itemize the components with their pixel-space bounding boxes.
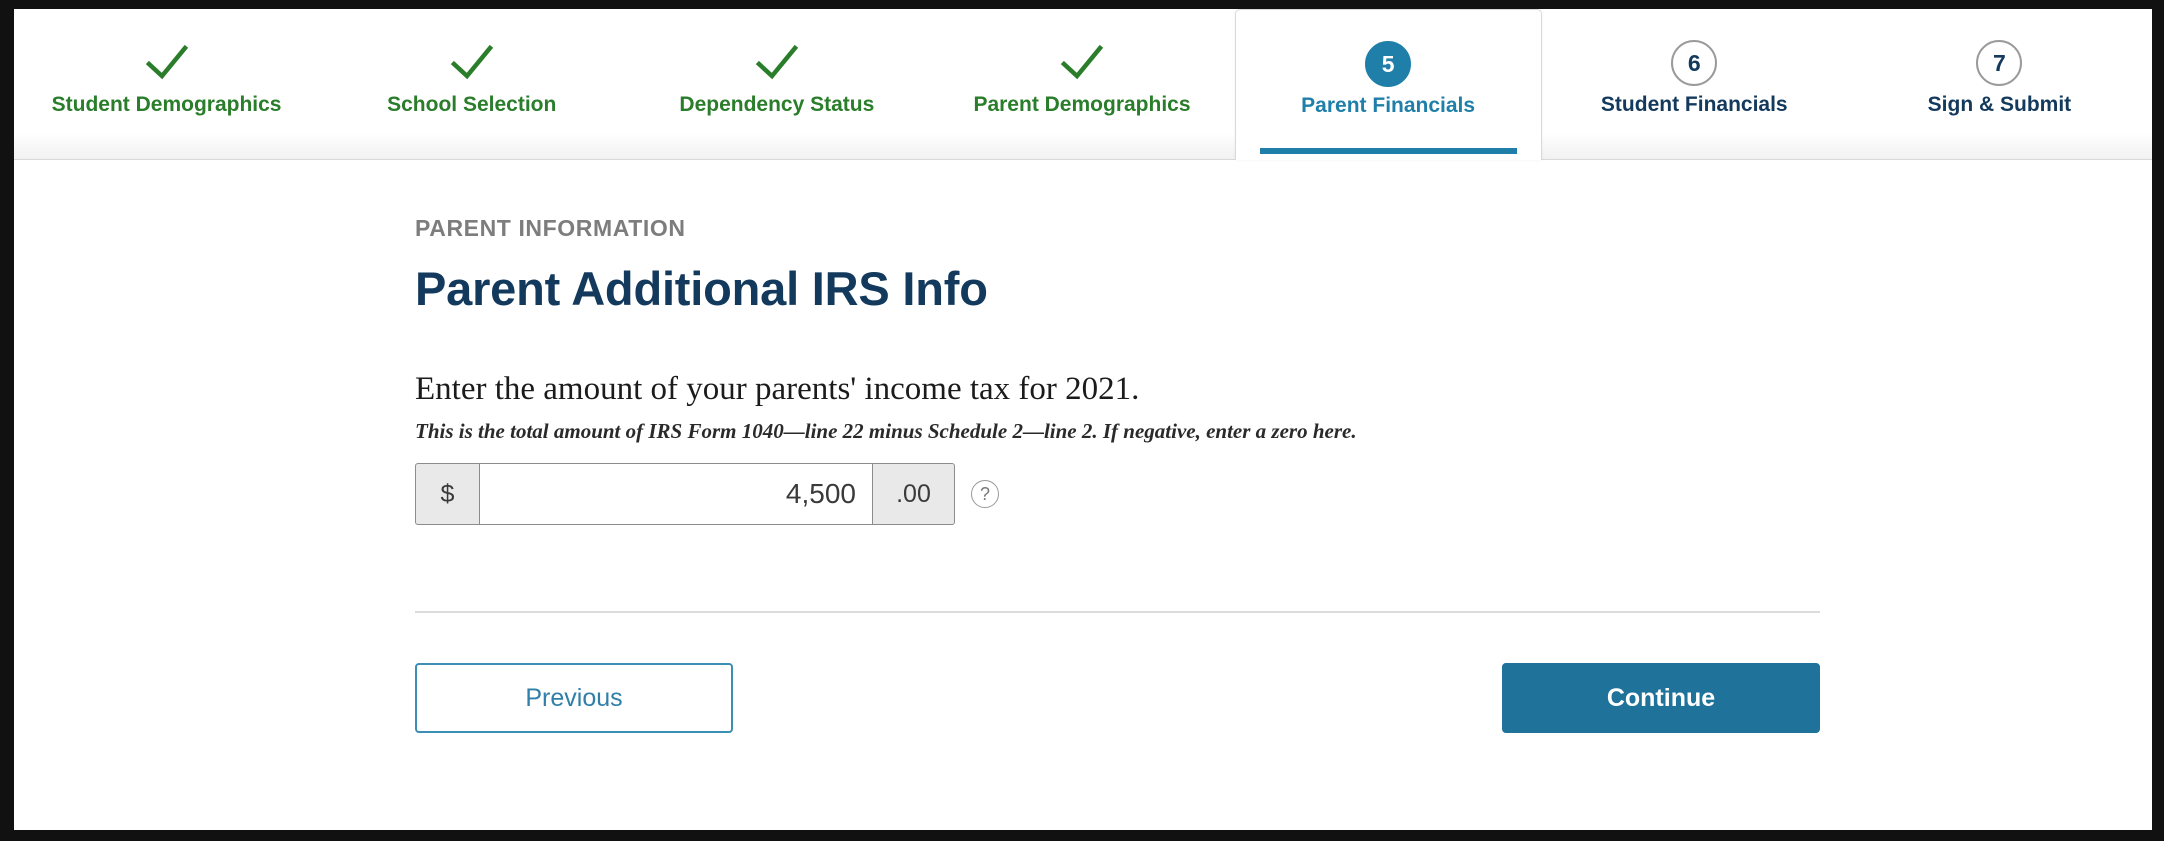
form-column: PARENT INFORMATION Parent Additional IRS…	[415, 215, 1820, 733]
step-item-sign-and-submit[interactable]: 7 Sign & Submit	[1847, 9, 2152, 159]
step-label: Parent Financials	[1301, 94, 1476, 117]
step-number-badge: 5	[1365, 41, 1412, 87]
check-icon	[145, 44, 188, 80]
step-marker	[755, 39, 799, 87]
money-input-group[interactable]: $ .00	[415, 463, 955, 525]
browser-frame: Student Demographics School Selection De…	[0, 0, 2164, 841]
step-number-badge: 6	[1671, 40, 1718, 86]
step-label: Sign & Submit	[1927, 93, 2072, 116]
step-marker	[1060, 39, 1104, 87]
cents-suffix: .00	[873, 463, 955, 525]
step-item-student-demographics[interactable]: Student Demographics	[14, 9, 319, 159]
active-step-underline	[1259, 148, 1517, 154]
main-content: PARENT INFORMATION Parent Additional IRS…	[14, 160, 2152, 733]
previous-button[interactable]: Previous	[415, 663, 733, 733]
check-icon	[755, 44, 799, 80]
income-tax-amount-input[interactable]	[479, 463, 873, 525]
question-hint: This is the total amount of IRS Form 104…	[415, 419, 1357, 443]
step-label: Dependency Status	[679, 93, 875, 116]
question-text: Enter the amount of your parents' income…	[415, 371, 1140, 407]
step-marker	[145, 39, 189, 87]
check-icon	[1060, 44, 1104, 80]
step-progress-nav: Student Demographics School Selection De…	[14, 9, 2152, 160]
step-item-student-financials[interactable]: 6 Student Financials	[1542, 9, 1847, 159]
step-label: Student Demographics	[51, 93, 282, 116]
page-canvas: Student Demographics School Selection De…	[14, 9, 2152, 830]
step-item-parent-demographics[interactable]: Parent Demographics	[929, 9, 1234, 159]
page-title: Parent Additional IRS Info	[415, 262, 988, 315]
amount-input-row: $ .00 ?	[415, 463, 1820, 525]
section-divider	[415, 611, 1820, 613]
step-item-dependency-status[interactable]: Dependency Status	[624, 9, 929, 159]
step-marker	[450, 39, 494, 87]
currency-prefix: $	[415, 463, 479, 525]
step-number-badge: 7	[1976, 40, 2023, 86]
step-label: Parent Demographics	[973, 93, 1191, 116]
step-item-parent-financials[interactable]: 5 Parent Financials	[1234, 9, 1542, 160]
continue-button[interactable]: Continue	[1502, 663, 1820, 733]
step-marker: 6	[1671, 39, 1718, 87]
check-icon	[450, 44, 493, 80]
form-actions: Previous Continue	[415, 663, 1820, 733]
step-item-school-selection[interactable]: School Selection	[319, 9, 624, 159]
step-label: School Selection	[387, 93, 557, 116]
step-marker: 5	[1365, 40, 1412, 88]
step-marker: 7	[1976, 39, 2023, 87]
section-eyebrow: PARENT INFORMATION	[415, 215, 686, 241]
question-mark-circle-icon[interactable]: ?	[971, 480, 999, 508]
step-label: Student Financials	[1600, 93, 1788, 116]
